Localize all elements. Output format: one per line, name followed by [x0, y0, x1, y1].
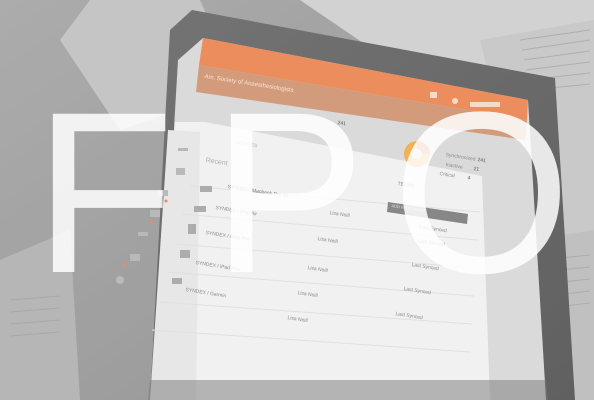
tablet-photo: [0, 0, 594, 400]
legend-value-inactive: 21: [473, 166, 480, 173]
legend-value-synchronized: 241: [477, 157, 487, 165]
header-stat: 241: [337, 120, 347, 128]
